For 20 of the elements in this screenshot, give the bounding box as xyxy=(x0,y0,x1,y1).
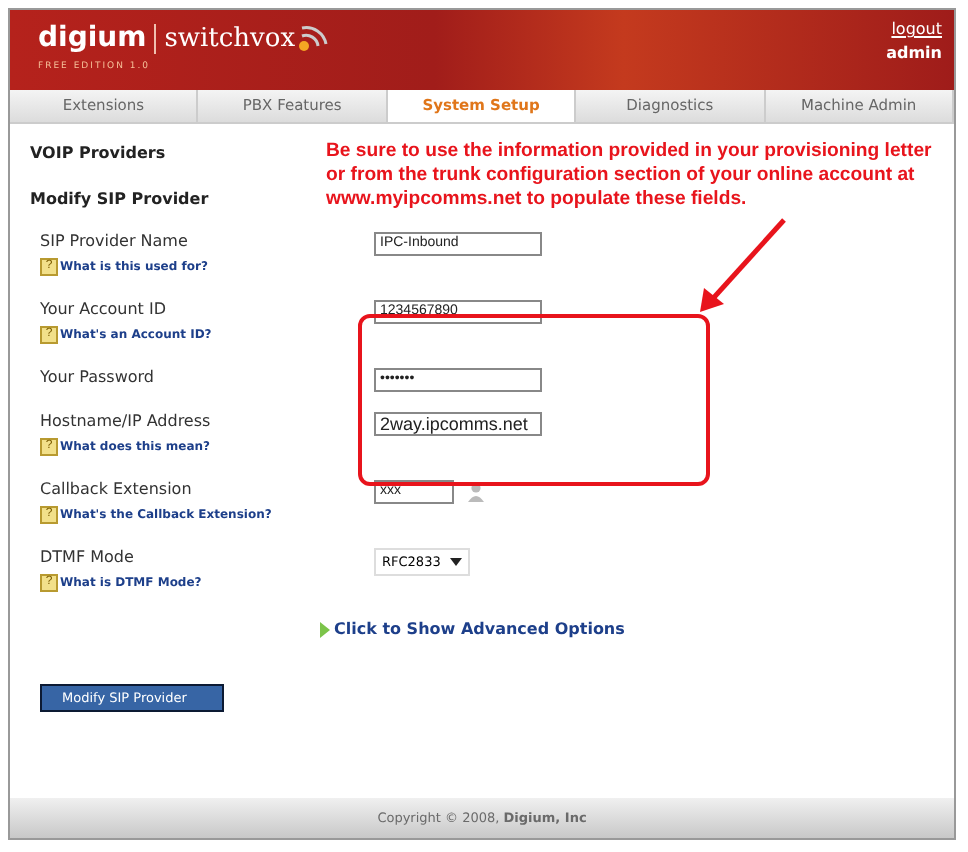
person-icon xyxy=(466,482,486,502)
logo-text: digium xyxy=(38,22,147,54)
section-title: VOIP Providers xyxy=(30,144,168,162)
field-label: Callback Extension xyxy=(40,480,194,500)
field-label: Hostname/IP Address xyxy=(40,412,213,432)
user-name: admin xyxy=(886,44,942,62)
page-title: Modify SIP Provider xyxy=(30,190,211,208)
triangle-icon xyxy=(320,621,330,637)
caret-icon xyxy=(450,558,463,566)
field-label: DTMF Mode xyxy=(40,548,136,568)
field-label: Your Password xyxy=(40,368,156,388)
logo-text: switchvox xyxy=(164,23,296,53)
logout-link[interactable]: logout xyxy=(886,20,942,38)
advanced-options-link[interactable]: Click to Show Advanced Options xyxy=(334,620,625,638)
arrow-drawing xyxy=(696,216,788,316)
field-label: SIP Provider Name xyxy=(40,232,190,252)
input-field[interactable]: 2way.ipcomms.net xyxy=(374,412,542,436)
field-label: Your Account ID xyxy=(40,300,168,320)
signal-icon xyxy=(295,20,332,56)
annotation-text: Be sure to use the information provided in your provisioning letter or from the trunk configuration section of your online account at www.myipcomms.net to populate these fields. xyxy=(326,140,934,212)
